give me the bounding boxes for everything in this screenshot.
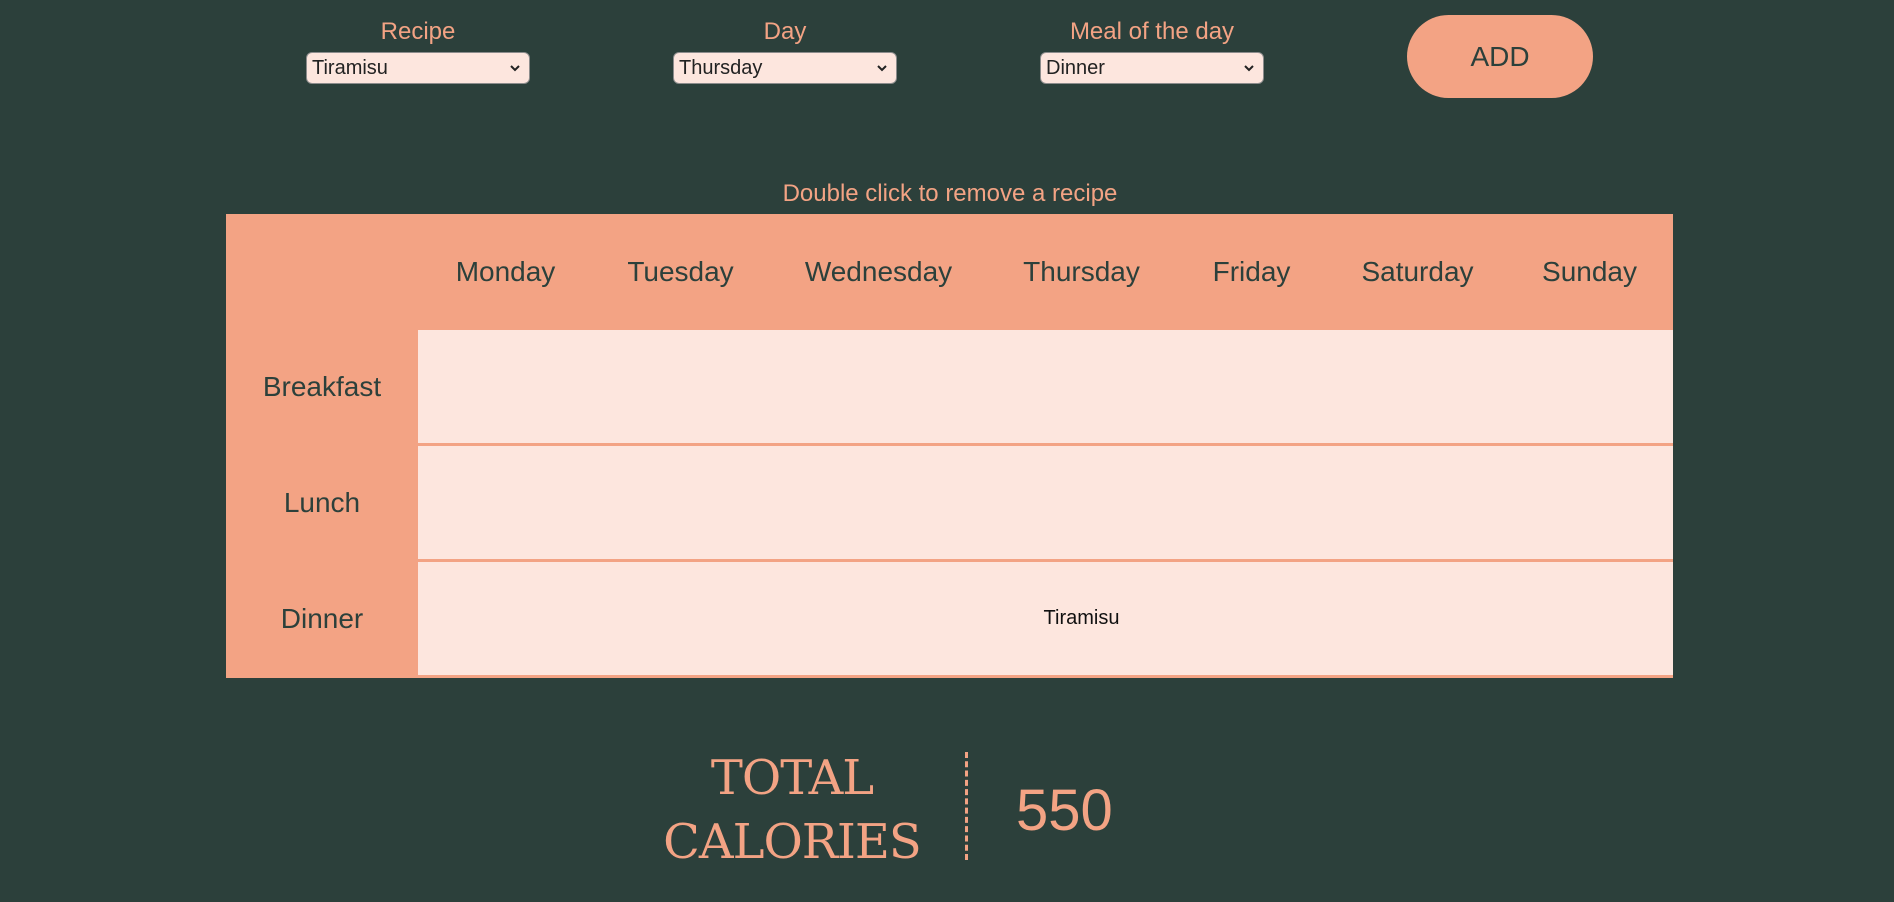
recipe-field: Recipe Tiramisu — [306, 18, 530, 84]
total-label-line2: CALORIES — [663, 814, 922, 870]
meal-label-breakfast: Breakfast — [262, 371, 382, 402]
planner-cell-dinner-thursday[interactable]: Tiramisu — [989, 562, 1174, 675]
recipe-select[interactable]: Tiramisu — [306, 52, 530, 84]
remove-hint: Double click to remove a recipe — [782, 180, 1118, 207]
meal-label-lunch: Lunch — [283, 487, 361, 518]
dinner-row[interactable]: Tiramisu — [418, 562, 1673, 675]
total-calories-value: 550 — [1016, 778, 1113, 843]
meal-label-dinner: Dinner — [280, 603, 364, 634]
chevron-down-icon — [877, 65, 887, 72]
day-header-sunday: Sunday — [1542, 256, 1637, 287]
meal-select-value: Dinner — [1046, 57, 1105, 79]
day-field: Day Thursday — [673, 18, 897, 84]
recipe-select-value: Tiramisu — [312, 57, 388, 79]
day-label: Day — [763, 18, 807, 45]
day-select[interactable]: Thursday — [673, 52, 897, 84]
totals-divider — [965, 752, 968, 860]
meal-label: Meal of the day — [1069, 18, 1235, 45]
day-header-monday: Monday — [455, 256, 556, 287]
chevron-down-icon — [510, 65, 520, 72]
chevron-down-icon — [1244, 65, 1254, 72]
day-header-saturday: Saturday — [1361, 256, 1474, 287]
day-header-wednesday: Wednesday — [804, 256, 953, 287]
breakfast-row[interactable] — [418, 330, 1673, 443]
meal-planner-table: Monday Tuesday Wednesday Thursday Friday… — [226, 214, 1673, 678]
lunch-row[interactable] — [418, 446, 1673, 559]
recipe-label: Recipe — [380, 18, 456, 45]
day-select-value: Thursday — [679, 57, 763, 79]
total-label-line1: TOTAL — [710, 750, 874, 806]
day-header-thursday: Thursday — [1023, 256, 1140, 287]
day-header-friday: Friday — [1212, 256, 1291, 287]
day-header-tuesday: Tuesday — [627, 256, 734, 287]
total-calories-label: TOTAL CALORIES — [662, 746, 922, 874]
meal-planner-page: Recipe Tiramisu Day Thursday Meal of the… — [0, 0, 1894, 902]
meal-field: Meal of the day Dinner — [1040, 18, 1264, 84]
meal-select[interactable]: Dinner — [1040, 52, 1264, 84]
add-button[interactable]: ADD — [1407, 15, 1593, 98]
